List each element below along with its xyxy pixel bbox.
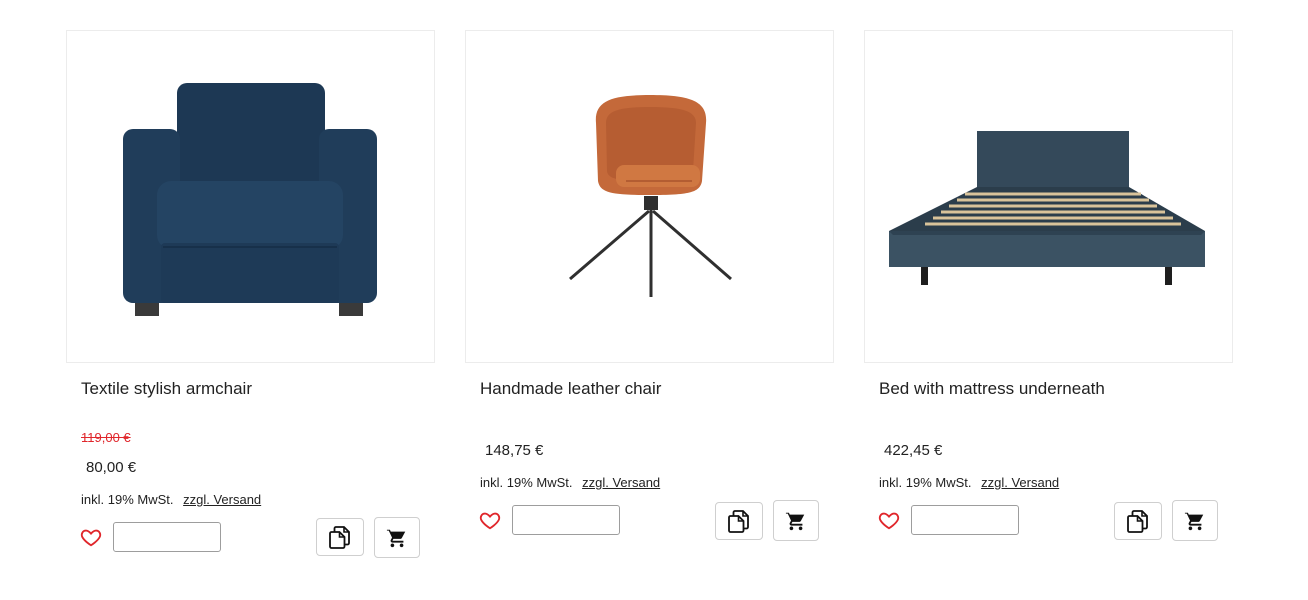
product-card: Bed with mattress underneath 422,45 € in…	[864, 30, 1233, 590]
tax-info: inkl. 19% MwSt. zzgl. Versand	[480, 475, 660, 490]
tax-note: inkl. 19% MwSt.	[480, 475, 573, 490]
compare-button[interactable]	[715, 502, 763, 540]
product-image[interactable]	[66, 30, 435, 363]
compare-icon	[1127, 510, 1148, 533]
product-title[interactable]: Textile stylish armchair	[81, 379, 252, 399]
product-image[interactable]	[864, 30, 1233, 363]
price: 422,45 €	[884, 442, 943, 459]
wishlist-button[interactable]	[479, 509, 501, 531]
wishlist-button[interactable]	[878, 509, 900, 531]
product-title[interactable]: Bed with mattress underneath	[879, 379, 1105, 399]
shipping-link[interactable]: zzgl. Versand	[981, 475, 1059, 490]
add-to-cart-button[interactable]	[1172, 500, 1218, 541]
tax-info: inkl. 19% MwSt. zzgl. Versand	[879, 475, 1059, 490]
tax-note: inkl. 19% MwSt.	[879, 475, 972, 490]
cart-icon	[785, 511, 805, 530]
heart-icon	[479, 512, 501, 530]
price: 80,00 €	[86, 459, 137, 476]
add-to-cart-button[interactable]	[773, 500, 819, 541]
shipping-link[interactable]: zzgl. Versand	[183, 492, 261, 507]
armchair-image	[123, 83, 377, 316]
product-grid: Textile stylish armchair 119,00 € 80,00 …	[0, 0, 1308, 600]
compare-icon	[329, 526, 350, 549]
compare-icon	[728, 510, 749, 533]
leather-chair-image	[569, 95, 732, 297]
heart-icon	[878, 512, 900, 530]
heart-icon	[80, 529, 102, 547]
old-price: 119,00 €	[81, 430, 131, 445]
quantity-input[interactable]	[512, 505, 620, 535]
product-image[interactable]	[465, 30, 834, 363]
tax-note: inkl. 19% MwSt.	[81, 492, 174, 507]
cart-icon	[386, 528, 406, 547]
tax-info: inkl. 19% MwSt. zzgl. Versand	[81, 492, 261, 507]
wishlist-button[interactable]	[80, 526, 102, 548]
compare-button[interactable]	[1114, 502, 1162, 540]
price: 148,75 €	[485, 442, 544, 459]
product-card: Textile stylish armchair 119,00 € 80,00 …	[66, 30, 435, 590]
shipping-link[interactable]: zzgl. Versand	[582, 475, 660, 490]
bed-image	[889, 131, 1205, 285]
compare-button[interactable]	[316, 518, 364, 556]
product-title[interactable]: Handmade leather chair	[480, 379, 661, 399]
product-card: Handmade leather chair 148,75 € inkl. 19…	[465, 30, 834, 590]
quantity-input[interactable]	[113, 522, 221, 552]
cart-icon	[1184, 511, 1204, 530]
add-to-cart-button[interactable]	[374, 517, 420, 558]
quantity-input[interactable]	[911, 505, 1019, 535]
